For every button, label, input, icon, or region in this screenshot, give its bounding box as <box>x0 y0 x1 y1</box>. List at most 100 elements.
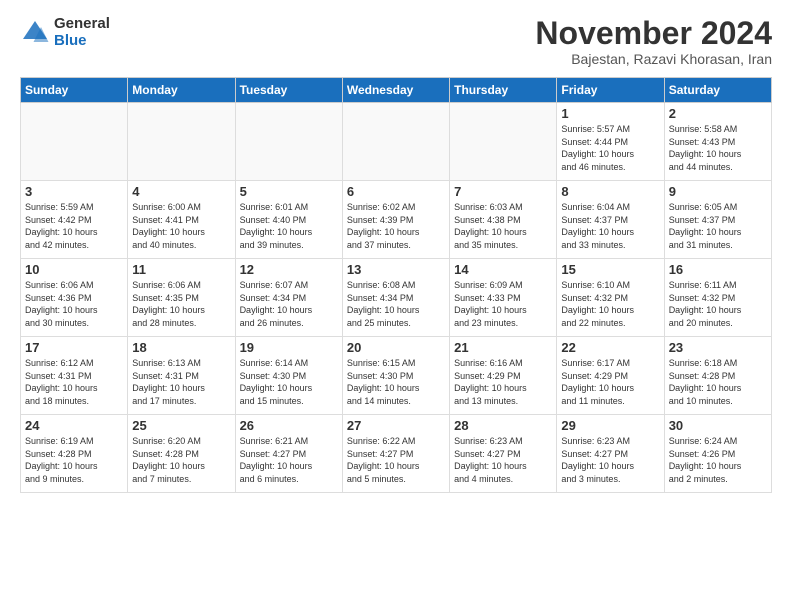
day-info: Sunrise: 6:21 AM Sunset: 4:27 PM Dayligh… <box>240 435 338 485</box>
day-info: Sunrise: 6:19 AM Sunset: 4:28 PM Dayligh… <box>25 435 123 485</box>
calendar-cell: 19 Sunrise: 6:14 AM Sunset: 4:30 PM Dayli… <box>235 337 342 415</box>
day-info: Sunrise: 6:15 AM Sunset: 4:30 PM Dayligh… <box>347 357 445 407</box>
day-info: Sunrise: 6:24 AM Sunset: 4:26 PM Dayligh… <box>669 435 767 485</box>
calendar-cell: 28 Sunrise: 6:23 AM Sunset: 4:27 PM Dayli… <box>450 415 557 493</box>
calendar-cell: 26 Sunrise: 6:21 AM Sunset: 4:27 PM Dayli… <box>235 415 342 493</box>
col-friday: Friday <box>557 78 664 103</box>
calendar-week-row-2: 10Sunrise: 6:06 AM Sunset: 4:36 PM Dayli… <box>21 259 772 337</box>
calendar-cell: 15 Sunrise: 6:10 AM Sunset: 4:32 PM Dayli… <box>557 259 664 337</box>
calendar-cell: 7Sunrise: 6:03 AM Sunset: 4:38 PM Daylig… <box>450 181 557 259</box>
location-subtitle: Bajestan, Razavi Khorasan, Iran <box>535 51 772 67</box>
calendar-cell: 12 Sunrise: 6:07 AM Sunset: 4:34 PM Dayli… <box>235 259 342 337</box>
calendar-cell: 8Sunrise: 6:04 AM Sunset: 4:37 PM Daylig… <box>557 181 664 259</box>
calendar-week-row-4: 24 Sunrise: 6:19 AM Sunset: 4:28 PM Dayli… <box>21 415 772 493</box>
day-info: Sunrise: 6:07 AM Sunset: 4:34 PM Dayligh… <box>240 279 338 329</box>
calendar-cell <box>450 103 557 181</box>
day-number: 25 <box>132 418 230 433</box>
calendar-cell: 13Sunrise: 6:08 AM Sunset: 4:34 PM Dayli… <box>342 259 449 337</box>
day-info: Sunrise: 6:12 AM Sunset: 4:31 PM Dayligh… <box>25 357 123 407</box>
day-info: Sunrise: 6:14 AM Sunset: 4:30 PM Dayligh… <box>240 357 338 407</box>
calendar-cell: 30 Sunrise: 6:24 AM Sunset: 4:26 PM Dayli… <box>664 415 771 493</box>
calendar-cell: 14 Sunrise: 6:09 AM Sunset: 4:33 PM Dayli… <box>450 259 557 337</box>
calendar-cell: 9Sunrise: 6:05 AM Sunset: 4:37 PM Daylig… <box>664 181 771 259</box>
day-number: 20 <box>347 340 445 355</box>
day-number: 18 <box>132 340 230 355</box>
day-number: 3 <box>25 184 123 199</box>
day-number: 28 <box>454 418 552 433</box>
col-wednesday: Wednesday <box>342 78 449 103</box>
day-number: 27 <box>347 418 445 433</box>
day-info: Sunrise: 6:23 AM Sunset: 4:27 PM Dayligh… <box>454 435 552 485</box>
day-number: 30 <box>669 418 767 433</box>
day-number: 5 <box>240 184 338 199</box>
day-number: 8 <box>561 184 659 199</box>
logo-general-text: General <box>54 16 110 33</box>
calendar-cell: 5 Sunrise: 6:01 AM Sunset: 4:40 PM Daylig… <box>235 181 342 259</box>
day-number: 21 <box>454 340 552 355</box>
day-info: Sunrise: 6:17 AM Sunset: 4:29 PM Dayligh… <box>561 357 659 407</box>
page: General Blue November 2024 Bajestan, Raz… <box>0 0 792 612</box>
day-number: 6 <box>347 184 445 199</box>
calendar-cell: 25Sunrise: 6:20 AM Sunset: 4:28 PM Dayli… <box>128 415 235 493</box>
day-number: 22 <box>561 340 659 355</box>
day-info: Sunrise: 6:02 AM Sunset: 4:39 PM Dayligh… <box>347 201 445 251</box>
day-number: 12 <box>240 262 338 277</box>
calendar-cell: 10Sunrise: 6:06 AM Sunset: 4:36 PM Dayli… <box>21 259 128 337</box>
day-info: Sunrise: 6:01 AM Sunset: 4:40 PM Dayligh… <box>240 201 338 251</box>
calendar-cell: 11Sunrise: 6:06 AM Sunset: 4:35 PM Dayli… <box>128 259 235 337</box>
day-info: Sunrise: 6:03 AM Sunset: 4:38 PM Dayligh… <box>454 201 552 251</box>
day-number: 16 <box>669 262 767 277</box>
calendar-cell: 1 Sunrise: 5:57 AM Sunset: 4:44 PM Daylig… <box>557 103 664 181</box>
day-info: Sunrise: 6:10 AM Sunset: 4:32 PM Dayligh… <box>561 279 659 329</box>
calendar-cell <box>235 103 342 181</box>
calendar-cell <box>128 103 235 181</box>
day-number: 4 <box>132 184 230 199</box>
calendar-week-row-3: 17 Sunrise: 6:12 AM Sunset: 4:31 PM Dayli… <box>21 337 772 415</box>
calendar-week-row-1: 3Sunrise: 5:59 AM Sunset: 4:42 PM Daylig… <box>21 181 772 259</box>
day-number: 2 <box>669 106 767 121</box>
day-info: Sunrise: 6:23 AM Sunset: 4:27 PM Dayligh… <box>561 435 659 485</box>
calendar-header-row: Sunday Monday Tuesday Wednesday Thursday… <box>21 78 772 103</box>
logo-icon <box>20 18 50 48</box>
day-info: Sunrise: 5:57 AM Sunset: 4:44 PM Dayligh… <box>561 123 659 173</box>
calendar-cell: 20 Sunrise: 6:15 AM Sunset: 4:30 PM Dayli… <box>342 337 449 415</box>
day-number: 24 <box>25 418 123 433</box>
calendar-table: Sunday Monday Tuesday Wednesday Thursday… <box>20 77 772 493</box>
calendar-cell: 23Sunrise: 6:18 AM Sunset: 4:28 PM Dayli… <box>664 337 771 415</box>
day-info: Sunrise: 6:06 AM Sunset: 4:36 PM Dayligh… <box>25 279 123 329</box>
day-number: 15 <box>561 262 659 277</box>
calendar-cell: 17 Sunrise: 6:12 AM Sunset: 4:31 PM Dayli… <box>21 337 128 415</box>
calendar-cell: 16 Sunrise: 6:11 AM Sunset: 4:32 PM Dayli… <box>664 259 771 337</box>
day-info: Sunrise: 6:13 AM Sunset: 4:31 PM Dayligh… <box>132 357 230 407</box>
day-number: 11 <box>132 262 230 277</box>
calendar-cell: 6 Sunrise: 6:02 AM Sunset: 4:39 PM Daylig… <box>342 181 449 259</box>
calendar-cell: 21 Sunrise: 6:16 AM Sunset: 4:29 PM Dayli… <box>450 337 557 415</box>
day-number: 29 <box>561 418 659 433</box>
calendar-cell: 4Sunrise: 6:00 AM Sunset: 4:41 PM Daylig… <box>128 181 235 259</box>
day-number: 13 <box>347 262 445 277</box>
day-number: 14 <box>454 262 552 277</box>
col-saturday: Saturday <box>664 78 771 103</box>
logo-text: General Blue <box>54 16 110 49</box>
calendar-cell <box>342 103 449 181</box>
calendar-cell: 3Sunrise: 5:59 AM Sunset: 4:42 PM Daylig… <box>21 181 128 259</box>
title-block: November 2024 Bajestan, Razavi Khorasan,… <box>535 16 772 67</box>
calendar-cell: 24 Sunrise: 6:19 AM Sunset: 4:28 PM Dayli… <box>21 415 128 493</box>
day-info: Sunrise: 6:11 AM Sunset: 4:32 PM Dayligh… <box>669 279 767 329</box>
calendar-cell: 22 Sunrise: 6:17 AM Sunset: 4:29 PM Dayli… <box>557 337 664 415</box>
calendar-cell <box>21 103 128 181</box>
day-number: 26 <box>240 418 338 433</box>
day-number: 19 <box>240 340 338 355</box>
day-info: Sunrise: 6:09 AM Sunset: 4:33 PM Dayligh… <box>454 279 552 329</box>
day-number: 17 <box>25 340 123 355</box>
calendar-cell: 2 Sunrise: 5:58 AM Sunset: 4:43 PM Daylig… <box>664 103 771 181</box>
col-sunday: Sunday <box>21 78 128 103</box>
calendar-week-row-0: 1 Sunrise: 5:57 AM Sunset: 4:44 PM Daylig… <box>21 103 772 181</box>
day-info: Sunrise: 6:22 AM Sunset: 4:27 PM Dayligh… <box>347 435 445 485</box>
day-number: 23 <box>669 340 767 355</box>
logo-blue-text: Blue <box>54 33 110 50</box>
day-number: 1 <box>561 106 659 121</box>
day-info: Sunrise: 6:16 AM Sunset: 4:29 PM Dayligh… <box>454 357 552 407</box>
day-info: Sunrise: 5:58 AM Sunset: 4:43 PM Dayligh… <box>669 123 767 173</box>
day-number: 9 <box>669 184 767 199</box>
